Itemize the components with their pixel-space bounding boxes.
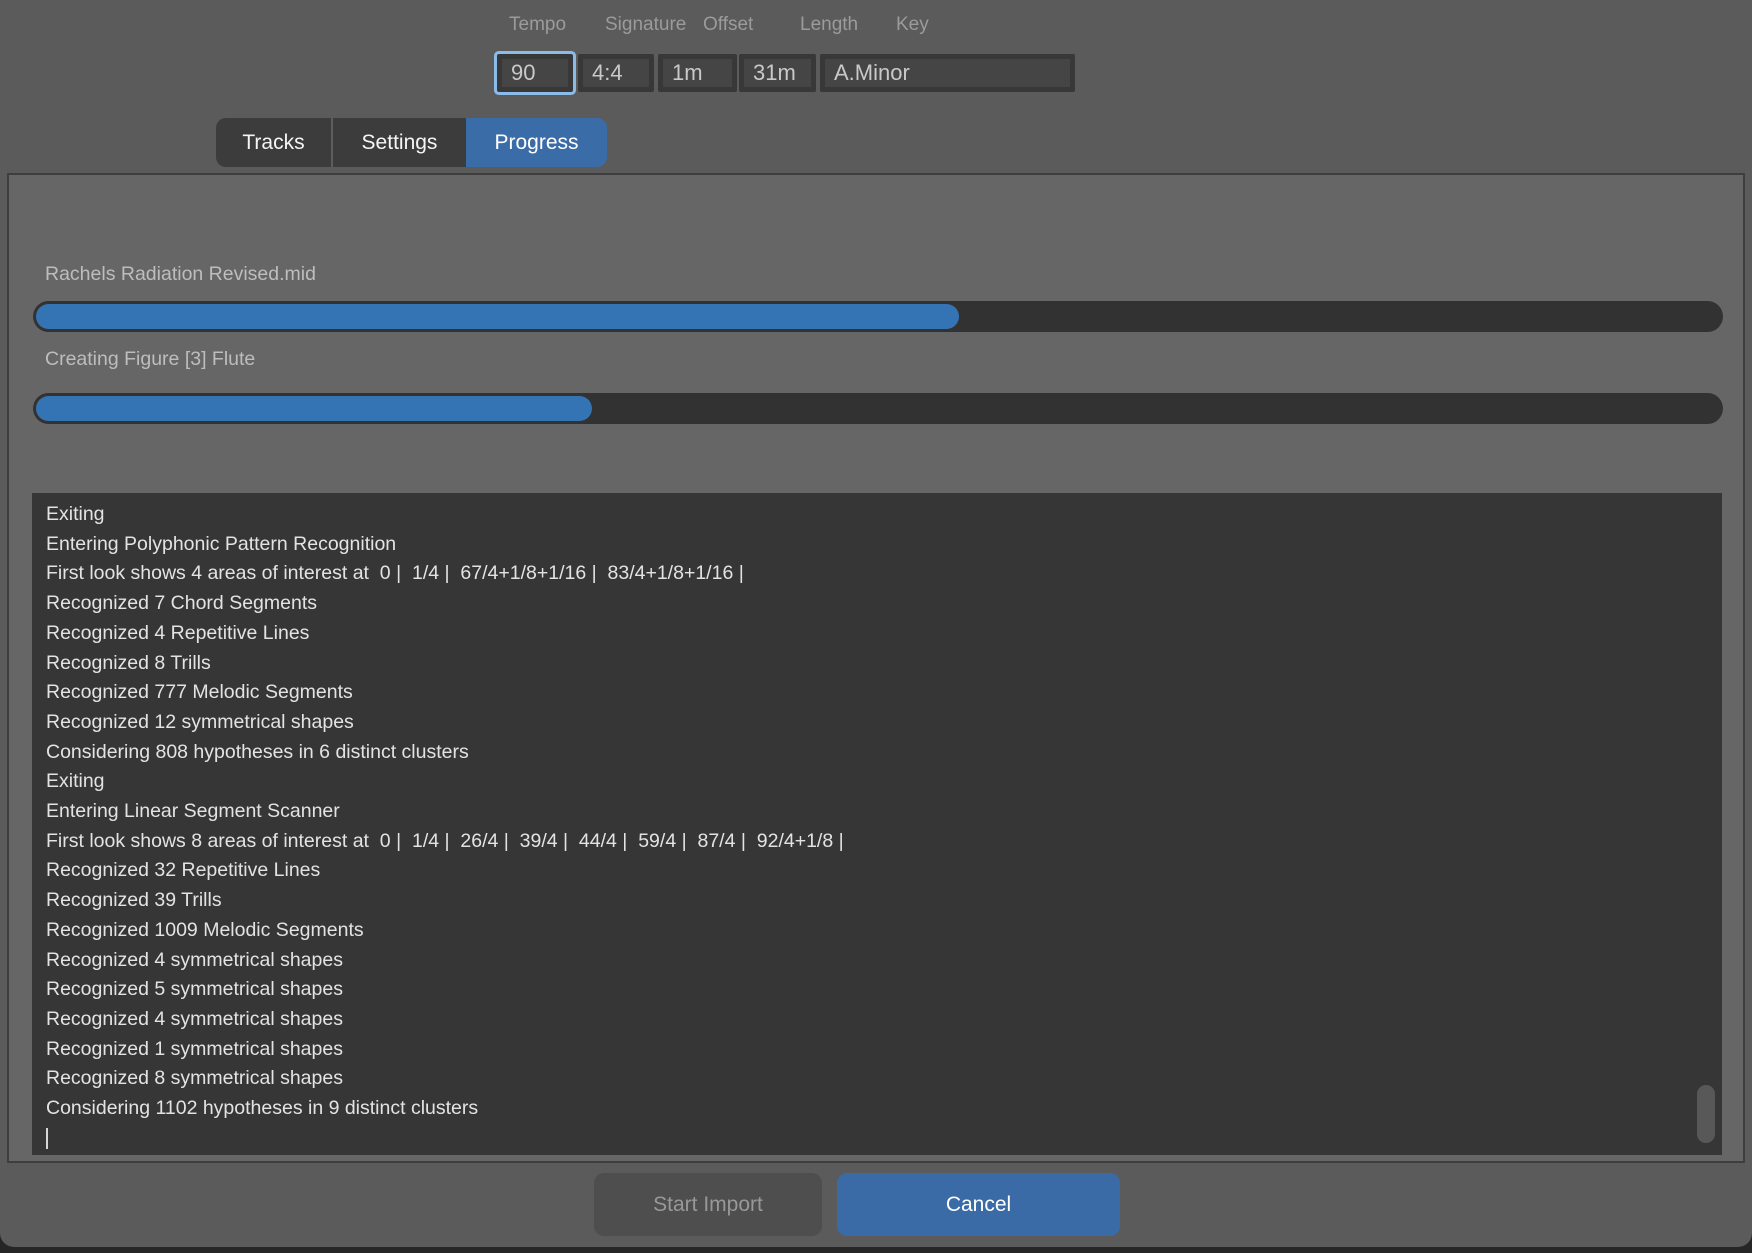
log-line: Recognized 39 Trills (46, 889, 222, 912)
tab-settings[interactable]: Settings (333, 118, 466, 167)
log-line: Entering Polyphonic Pattern Recognition (46, 532, 397, 555)
log-line: Considering 808 hypotheses in 6 distinct… (46, 740, 469, 763)
log-line: Recognized 777 Melodic Segments (46, 681, 353, 704)
tab-progress[interactable]: Progress (466, 118, 607, 167)
tempo-value: 90 (502, 59, 568, 87)
signature-value: 4:4 (583, 59, 649, 87)
log-line: Recognized 4 Repetitive Lines (46, 621, 310, 644)
key-value: A.Minor (825, 59, 1070, 87)
import-file-name: Rachels Radiation Revised.mid (45, 263, 316, 285)
log-line: Recognized 8 Trills (46, 651, 211, 674)
file-progress-bar (33, 301, 1723, 332)
cancel-button[interactable]: Cancel (837, 1173, 1120, 1236)
signature-field[interactable]: 4:4 (578, 54, 654, 92)
log-line: Exiting (46, 770, 105, 793)
log-line: First look shows 4 areas of interest at … (46, 562, 744, 585)
tempo-label: Tempo (509, 14, 567, 35)
log-line: Recognized 8 symmetrical shapes (46, 1067, 343, 1090)
log-line: Recognized 1 symmetrical shapes (46, 1037, 343, 1060)
log-scrollbar-thumb[interactable] (1697, 1085, 1715, 1143)
task-progress-fill (36, 396, 592, 421)
key-label: Key (896, 14, 929, 35)
log-line: Entering Linear Segment Scanner (46, 800, 340, 823)
file-progress-fill (36, 304, 959, 329)
task-progress-bar (33, 393, 1723, 424)
signature-label: Signature (605, 14, 687, 35)
log-line: Considering 1102 hypotheses in 9 distinc… (46, 1097, 479, 1120)
key-field[interactable]: A.Minor (820, 54, 1075, 92)
log-lines: Exiting Entering Polyphonic Pattern Recog… (46, 500, 1692, 1153)
offset-label: Offset (703, 14, 754, 35)
log-line: Recognized 4 symmetrical shapes (46, 1007, 343, 1030)
log-line: Recognized 5 symmetrical shapes (46, 978, 343, 1001)
progress-panel: Rachels Radiation Revised.mid Creating F… (7, 173, 1745, 1163)
log-line: Recognized 4 symmetrical shapes (46, 948, 343, 971)
offset-value: 1m (663, 59, 732, 87)
log-line: Recognized 32 Repetitive Lines (46, 859, 321, 882)
start-import-button[interactable]: Start Import (594, 1173, 822, 1236)
log-line: First look shows 8 areas of interest at … (46, 829, 844, 852)
current-task-label: Creating Figure [3] Flute (45, 348, 256, 370)
text-cursor: | (46, 1127, 48, 1149)
length-field[interactable]: 31m (739, 54, 816, 92)
import-log[interactable]: Exiting Entering Polyphonic Pattern Recog… (32, 493, 1722, 1155)
length-label: Length (800, 14, 859, 35)
log-line: Exiting (46, 503, 105, 525)
length-value: 31m (744, 59, 811, 87)
offset-field[interactable]: 1m (658, 54, 737, 92)
log-line: Recognized 12 symmetrical shapes (46, 710, 354, 733)
log-cursor-line: | (46, 1124, 1692, 1154)
tempo-field[interactable]: 90 (497, 54, 573, 92)
tab-tracks[interactable]: Tracks (216, 118, 333, 167)
log-line: Recognized 1009 Melodic Segments (46, 918, 364, 941)
import-dialog: Tempo Signature Offset Length Key 90 4:4… (0, 0, 1752, 1247)
log-line: Recognized 7 Chord Segments (46, 592, 317, 615)
tab-bar: Tracks Settings Progress (216, 118, 607, 167)
